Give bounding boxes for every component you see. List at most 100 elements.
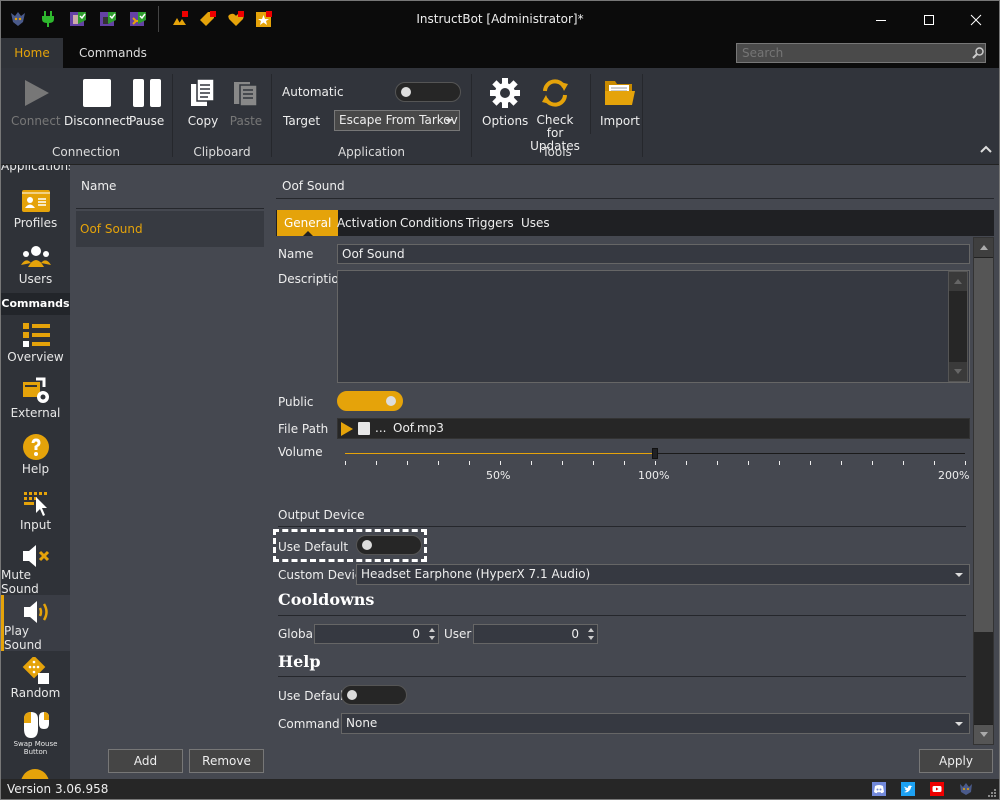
custom-device-select[interactable]: Headset Earphone (HyperX 7.1 Audio)	[356, 564, 970, 585]
remove-button[interactable]: Remove	[189, 749, 264, 773]
tick-label-50: 50%	[486, 469, 511, 482]
tab-uses[interactable]: Uses	[514, 210, 557, 236]
volume-tick	[376, 461, 377, 465]
sidebar-item-random[interactable]: Random	[1, 651, 70, 707]
scrollbar-thumb[interactable]	[974, 258, 993, 632]
public-toggle[interactable]	[337, 391, 403, 411]
sidebar-item-users[interactable]: Users	[1, 237, 70, 293]
check-updates-button[interactable]: Check for Updates	[530, 76, 580, 153]
group-separator	[590, 74, 591, 134]
scroll-up-icon[interactable]	[979, 245, 988, 250]
connect-button[interactable]: Connect	[11, 76, 61, 128]
sidebar-label: External	[10, 406, 61, 420]
sidebar-label: Profiles	[13, 216, 58, 230]
target-select[interactable]: Escape From Tarkov	[334, 110, 460, 131]
search-icon[interactable]	[971, 46, 985, 60]
name-input[interactable]: Oof Sound	[337, 244, 970, 264]
add-button[interactable]: Add	[108, 749, 183, 773]
app-logo-icon[interactable]	[959, 782, 973, 796]
twitter-icon[interactable]	[901, 782, 915, 796]
divider	[76, 208, 264, 209]
import-button[interactable]: Import	[600, 76, 640, 128]
help-use-default-toggle[interactable]	[341, 685, 407, 705]
sidebar-item-profiles[interactable]: Profiles	[1, 181, 70, 237]
mouse-icon	[23, 712, 49, 738]
paste-icon	[234, 82, 258, 107]
decrement-icon[interactable]	[588, 636, 594, 640]
user-cooldown-input[interactable]: 0	[473, 624, 598, 644]
mute-icon	[22, 545, 49, 567]
sidebar-item-swap-mouse-button[interactable]: Swap Mouse Button	[1, 707, 70, 763]
automatic-label: Automatic	[282, 85, 344, 99]
connect-label: Connect	[11, 114, 61, 128]
disconnect-button[interactable]: Disconnect	[64, 76, 131, 128]
minimize-button[interactable]	[858, 1, 904, 38]
description-scrollbar[interactable]	[948, 271, 968, 382]
divider	[276, 198, 994, 199]
sidebar-item-overview[interactable]: Overview	[1, 315, 70, 371]
description-input[interactable]	[337, 270, 970, 383]
sidebar-item-play-sound[interactable]: Play Sound	[1, 595, 70, 652]
pause-icon	[132, 79, 161, 107]
tab-commands[interactable]: Commands	[63, 38, 163, 68]
custom-device-value: Headset Earphone (HyperX 7.1 Audio)	[361, 567, 591, 581]
close-button[interactable]	[953, 1, 999, 38]
command-select[interactable]: None	[341, 713, 970, 734]
tab-home[interactable]: Home	[1, 38, 63, 68]
list-item[interactable]: Oof Sound	[76, 211, 264, 247]
copy-button[interactable]: Copy	[186, 76, 220, 128]
scroll-down-icon[interactable]	[979, 732, 988, 737]
play-preview-icon[interactable]	[341, 422, 353, 436]
tab-triggers[interactable]: Triggers	[459, 210, 521, 236]
volume-tick	[531, 461, 532, 465]
paste-button[interactable]: Paste	[229, 76, 263, 128]
youtube-icon[interactable]	[930, 782, 944, 796]
command-value: None	[346, 716, 378, 730]
automatic-toggle[interactable]	[395, 82, 461, 102]
sidebar-item-external[interactable]: External	[1, 371, 70, 427]
help-title: Help	[278, 652, 321, 671]
sidebar-item-help[interactable]: Help	[1, 427, 70, 483]
global-cooldown-input[interactable]: 0	[314, 624, 439, 644]
group-label-connection: Connection	[52, 145, 120, 159]
sidebar-label: Overview	[7, 350, 64, 364]
search-input[interactable]	[736, 43, 986, 63]
volume-tick	[655, 461, 656, 465]
file-path-field: ... Oof.mp3	[337, 418, 970, 439]
browse-file-button[interactable]: ...	[375, 419, 386, 438]
resize-grip-icon[interactable]	[987, 788, 997, 798]
speaker-icon	[24, 601, 48, 623]
maximize-button[interactable]	[906, 1, 952, 38]
discord-icon[interactable]	[872, 782, 886, 796]
file-path-label: File Path	[278, 422, 329, 436]
command-detail-pane: Oof Sound General Activation Conditions …	[271, 165, 999, 779]
cooldowns-title: Cooldowns	[278, 590, 375, 609]
scroll-down-icon[interactable]	[954, 369, 962, 374]
options-button[interactable]: Options	[482, 76, 528, 128]
stop-preview-icon[interactable]	[358, 422, 370, 435]
volume-tick	[965, 461, 966, 465]
detail-scrollbar[interactable]	[973, 237, 994, 745]
collapse-ribbon-icon[interactable]	[979, 144, 993, 154]
sidebar-item-partial-icon[interactable]	[21, 769, 49, 779]
increment-icon[interactable]	[588, 628, 594, 632]
list-column-header-name[interactable]: Name	[81, 179, 116, 193]
user-label: User	[444, 627, 472, 641]
window-title: InstructBot [Administrator]*	[416, 12, 584, 26]
scroll-up-icon[interactable]	[954, 279, 962, 284]
sidebar-item-applications[interactable]: Applications	[1, 165, 70, 173]
pause-button[interactable]: Pause	[129, 76, 164, 128]
decrement-icon[interactable]	[429, 636, 435, 640]
increment-icon[interactable]	[429, 628, 435, 632]
sidebar-label: Play Sound	[4, 624, 42, 652]
sidebar-label: Mute Sound	[1, 568, 39, 596]
use-default-toggle[interactable]	[356, 535, 422, 555]
detail-tab-strip: General Activation Conditions Triggers U…	[276, 210, 994, 236]
apply-button[interactable]: Apply	[919, 749, 993, 773]
play-icon	[24, 80, 49, 106]
sidebar-item-mute-sound[interactable]: Mute Sound	[1, 539, 70, 596]
volume-slider-thumb[interactable]	[652, 448, 658, 459]
dice-icon	[22, 657, 49, 684]
sidebar-item-input[interactable]: Input	[1, 483, 70, 539]
pause-label: Pause	[129, 114, 165, 128]
